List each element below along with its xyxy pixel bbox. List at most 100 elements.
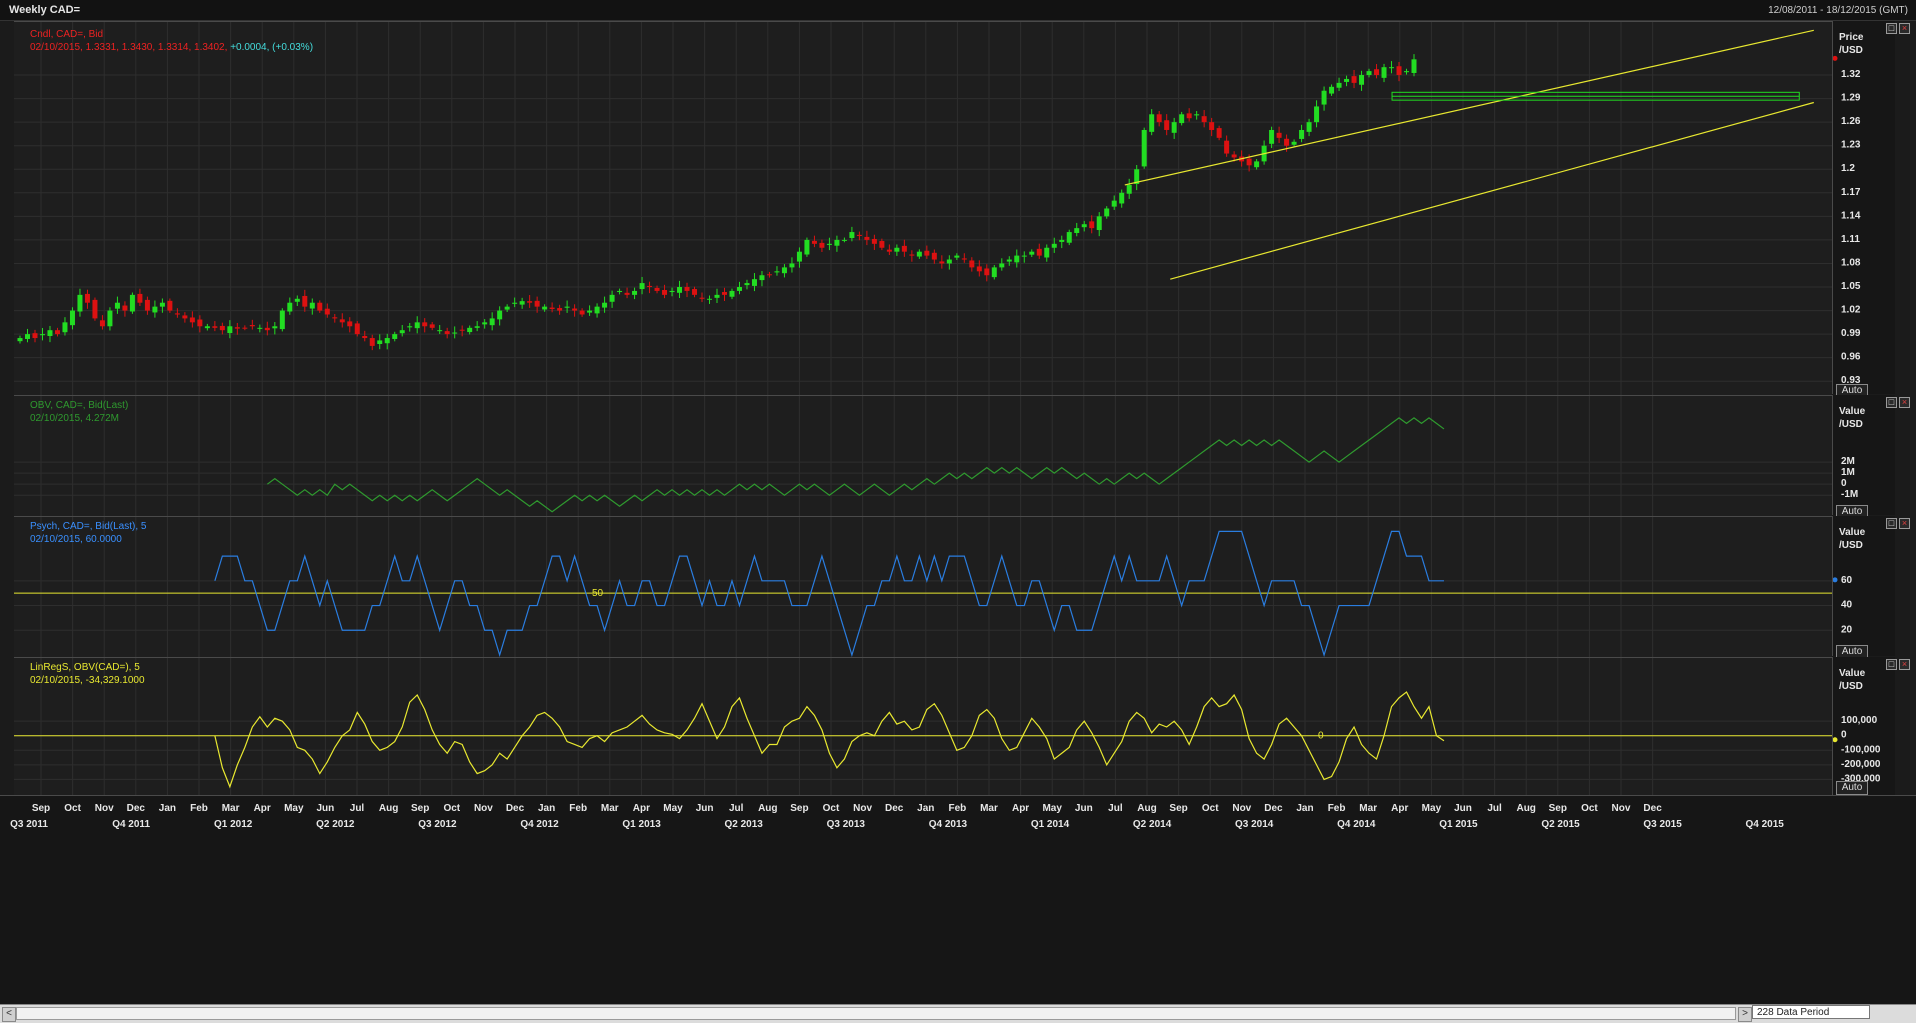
candle-body bbox=[692, 289, 698, 295]
quarter-tick-label: Q4 2012 bbox=[520, 819, 559, 830]
candle-body bbox=[721, 292, 727, 295]
price-maximize-icon[interactable]: □ bbox=[1886, 23, 1897, 34]
price-close-icon[interactable]: × bbox=[1899, 23, 1910, 34]
price-axis-ticks: Price/USD0.930.960.991.021.051.081.111.1… bbox=[1833, 32, 1864, 386]
candle-body bbox=[984, 268, 990, 276]
candle-body bbox=[564, 306, 570, 308]
obv-legend: OBV, CAD=, Bid(Last) 02/10/2015, 4.272M bbox=[30, 399, 128, 425]
price-panel[interactable]: Cndl, CAD=, Bid 02/10/2015, 1.3331, 1.34… bbox=[14, 21, 1832, 395]
candle-body bbox=[24, 334, 30, 339]
candle-body bbox=[77, 294, 83, 312]
linreg-panel[interactable]: 0 LinRegS, OBV(CAD=), 5 02/10/2015, -34,… bbox=[14, 657, 1832, 796]
month-tick-label: Sep bbox=[790, 803, 808, 814]
psych-maximize-icon[interactable]: □ bbox=[1886, 518, 1897, 529]
linreg-auto-button[interactable]: Auto bbox=[1836, 781, 1868, 795]
candle-body bbox=[62, 322, 68, 333]
month-tick-label: Mar bbox=[601, 803, 619, 814]
month-tick-label: Jan bbox=[1296, 803, 1313, 814]
candle-body bbox=[841, 239, 847, 241]
linreg-maximize-icon[interactable]: □ bbox=[1886, 659, 1897, 670]
candle-body bbox=[1269, 129, 1275, 144]
psych-axis-ticks: Value/USD 60 40 20 bbox=[1833, 527, 1866, 635]
price-tick-label: 1.11 bbox=[1841, 234, 1860, 245]
month-tick-label: Mar bbox=[222, 803, 240, 814]
candle-body bbox=[879, 241, 885, 248]
linreg-axis-title: Value bbox=[1839, 668, 1866, 679]
month-tick-label: Dec bbox=[885, 803, 904, 814]
candle-body bbox=[946, 259, 952, 264]
psych-legend: Psych, CAD=, Bid(Last), 5 02/10/2015, 60… bbox=[30, 520, 146, 546]
candle-body bbox=[1111, 200, 1117, 207]
linreg-axis[interactable]: Value/USD 100,000 0 -100,000 -200,000 -300,00… bbox=[1832, 657, 1895, 795]
month-tick-label: Aug bbox=[758, 803, 777, 814]
psych-axis[interactable]: Value/USD 60 40 20 bbox=[1832, 516, 1895, 656]
month-tick-label: Feb bbox=[1328, 803, 1346, 814]
month-tick-label: Nov bbox=[1612, 803, 1631, 814]
candle-body bbox=[1381, 67, 1387, 78]
data-period-field[interactable]: 228 Data Period bbox=[1752, 1005, 1870, 1019]
candle-body bbox=[129, 294, 135, 312]
price-chart[interactable] bbox=[14, 22, 1832, 395]
candle-body bbox=[1276, 132, 1282, 138]
candle-body bbox=[167, 300, 173, 311]
candle-body bbox=[826, 243, 832, 245]
psych-tick-label: 20 bbox=[1841, 624, 1853, 635]
candle-body bbox=[669, 290, 675, 293]
candle-body bbox=[654, 287, 660, 291]
obv-chart[interactable] bbox=[14, 396, 1832, 516]
scroll-left-button[interactable]: < bbox=[2, 1007, 16, 1022]
candle-body bbox=[302, 295, 308, 307]
candle-body bbox=[99, 320, 105, 327]
month-tick-label: Oct bbox=[1581, 803, 1598, 814]
obv-axis[interactable]: Value/USD 2M 1M 0 -1M bbox=[1832, 395, 1895, 515]
quarter-tick-label: Q3 2013 bbox=[827, 819, 866, 830]
candle-body bbox=[519, 301, 525, 305]
month-tick-label: Jan bbox=[159, 803, 176, 814]
candle-body bbox=[219, 325, 225, 331]
candle-body bbox=[781, 267, 787, 274]
quarter-tick-label: Q3 2015 bbox=[1643, 819, 1682, 830]
psych-legend-title: Psych, CAD=, Bid(Last), 5 bbox=[30, 521, 147, 532]
linreg-chart[interactable]: 0 bbox=[14, 658, 1832, 796]
candle-body bbox=[662, 289, 668, 295]
candle-body bbox=[489, 318, 495, 326]
obv-maximize-icon[interactable]: □ bbox=[1886, 397, 1897, 408]
candle-body bbox=[969, 260, 975, 268]
obv-panel-controls: □ × bbox=[1886, 397, 1912, 411]
psych-panel[interactable]: 50 Psych, CAD=, Bid(Last), 5 02/10/2015,… bbox=[14, 516, 1832, 657]
candle-body bbox=[407, 326, 413, 328]
obv-close-icon[interactable]: × bbox=[1899, 397, 1910, 408]
candle-body bbox=[1119, 192, 1125, 204]
obv-axis-title: Value bbox=[1839, 406, 1866, 417]
candle-body bbox=[482, 322, 488, 325]
horizontal-scrollbar[interactable]: < > bbox=[0, 1004, 1916, 1023]
candle-body bbox=[197, 319, 203, 327]
quarter-tick-label: Q1 2012 bbox=[214, 819, 253, 830]
candle-body bbox=[639, 283, 645, 290]
candle-body bbox=[512, 302, 518, 304]
candle-body bbox=[1036, 248, 1042, 256]
candle-body bbox=[69, 310, 75, 326]
obv-tick-label: -1M bbox=[1841, 489, 1858, 500]
candle-body bbox=[1291, 141, 1297, 145]
candle-body bbox=[572, 308, 578, 311]
month-tick-label: Jul bbox=[1487, 803, 1502, 814]
scrollbar-thumb[interactable] bbox=[16, 1007, 1736, 1020]
price-tick-label: 1.23 bbox=[1841, 140, 1861, 151]
scroll-right-button[interactable]: > bbox=[1738, 1007, 1752, 1022]
price-axis[interactable]: Price/USD 0.93 0.96 0.99 1.02 1.05 1.08 1.11 1.1… bbox=[1832, 21, 1895, 394]
candle-body bbox=[617, 290, 623, 293]
price-tick-label: 1.2 bbox=[1841, 163, 1855, 174]
candle-body bbox=[189, 317, 195, 323]
obv-panel[interactable]: OBV, CAD=, Bid(Last) 02/10/2015, 4.272M bbox=[14, 395, 1832, 516]
candle-body bbox=[504, 306, 510, 310]
linreg-close-icon[interactable]: × bbox=[1899, 659, 1910, 670]
month-tick-label: Oct bbox=[823, 803, 840, 814]
candle-body bbox=[32, 333, 38, 339]
candle-body bbox=[92, 299, 98, 319]
psych-chart[interactable]: 50 bbox=[14, 517, 1832, 657]
candle-body bbox=[1074, 228, 1080, 233]
psych-close-icon[interactable]: × bbox=[1899, 518, 1910, 529]
candle-body bbox=[1246, 158, 1252, 166]
candle-body bbox=[279, 310, 285, 330]
